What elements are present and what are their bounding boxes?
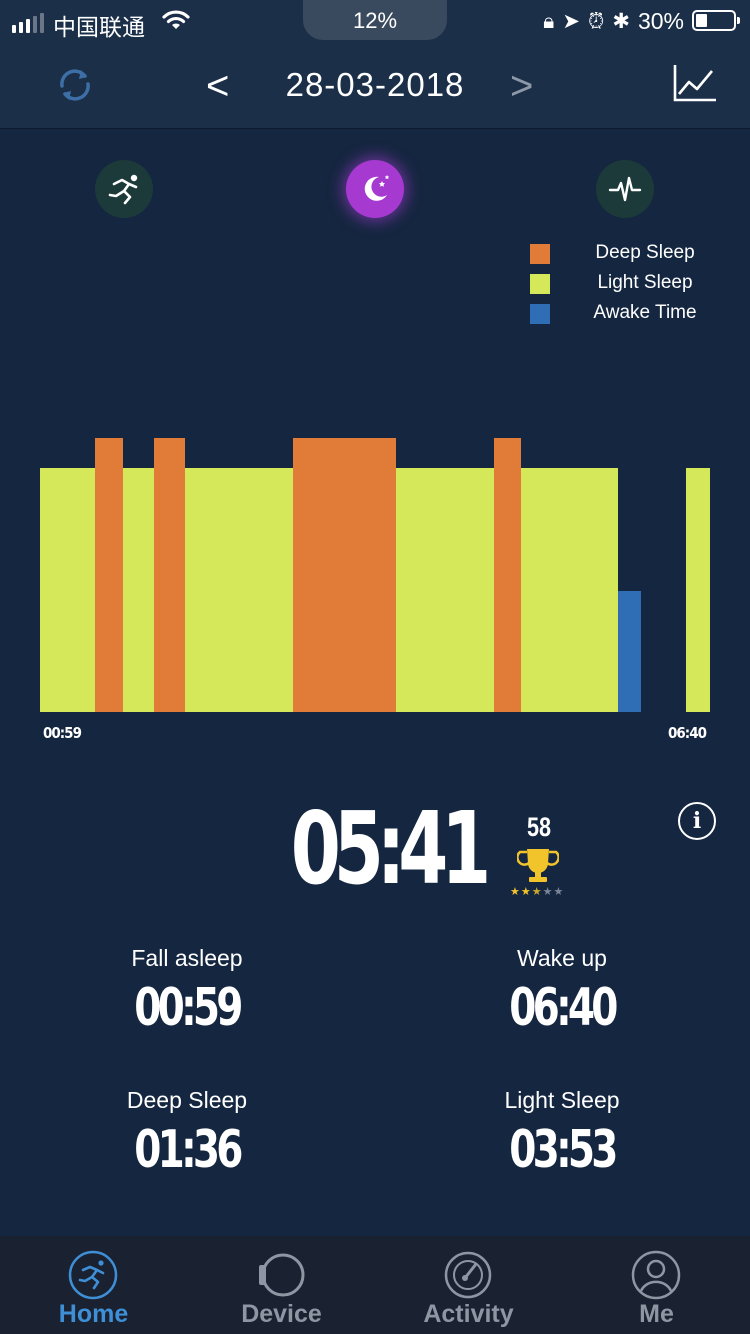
stat-value: 03:53	[509, 1120, 618, 1180]
bluetooth-icon: ✱	[612, 10, 630, 33]
stat-value: 06:40	[509, 978, 618, 1038]
sleep-segment-deep	[293, 438, 396, 712]
sleep-mode-button[interactable]	[346, 160, 404, 218]
star-icon: ★	[520, 886, 532, 898]
rotation-lock-icon: 🔒︎	[543, 9, 555, 33]
legend-label-deep: Deep Sleep	[595, 242, 695, 263]
total-sleep-duration: 05:41	[290, 790, 491, 907]
fall-asleep-stat: Fall asleep 00:59	[37, 945, 337, 1038]
tab-label: Device	[241, 1300, 322, 1328]
star-icon: ★	[510, 886, 521, 898]
stat-label: Fall asleep	[131, 945, 243, 971]
sleep-segment-awake	[618, 591, 641, 712]
x-tick-end: 06:40	[668, 724, 707, 742]
legend-label-light: Light Sleep	[597, 272, 693, 293]
legend-label-awake: Awake Time	[593, 302, 697, 323]
date-label: 28-03-2018	[285, 66, 465, 103]
previous-day-button[interactable]: <	[206, 64, 229, 109]
sleep-segment-light	[521, 468, 618, 712]
running-icon	[108, 174, 138, 205]
sleep-segment-light	[396, 468, 494, 712]
sleep-segment-deep	[154, 438, 185, 712]
tab-me[interactable]: Me	[563, 1236, 750, 1334]
gauge-icon	[443, 1250, 493, 1305]
tab-label: Activity	[423, 1300, 514, 1328]
next-day-button[interactable]: >	[510, 64, 533, 109]
tab-device[interactable]: Device	[188, 1236, 375, 1334]
sleep-segment-light	[123, 468, 154, 712]
star-rating: ★★★★★	[510, 885, 564, 898]
light-sleep-stat: Light Sleep 03:53	[412, 1087, 712, 1180]
status-bar: 中国联通 12% 🔒︎ ➤ ⏰︎ ✱ 30%	[0, 0, 750, 44]
moon-icon	[364, 175, 390, 201]
sleep-segment-light	[40, 468, 95, 712]
sleep-segment-deep	[494, 438, 521, 712]
watch-icon	[256, 1250, 306, 1305]
tab-label: Me	[639, 1300, 674, 1328]
tab-bar: Home Device Activity Me	[0, 1236, 750, 1334]
location-icon: ➤	[562, 10, 580, 33]
sync-icon[interactable]	[52, 62, 98, 113]
wifi-icon	[162, 9, 190, 36]
center-percent: 12%	[352, 8, 398, 33]
sleep-segment-light	[686, 468, 710, 712]
stat-value: 01:36	[134, 1120, 243, 1180]
stat-value: 00:59	[134, 978, 243, 1038]
carrier-name: 中国联通	[53, 14, 145, 40]
sleep-stage-chart	[40, 438, 710, 712]
tab-activity[interactable]: Activity	[375, 1236, 562, 1334]
battery-percent: 30%	[637, 8, 684, 34]
sleep-segment-light	[185, 468, 293, 712]
x-tick-start: 00:59	[43, 724, 82, 742]
signal-strength-icon	[12, 13, 44, 33]
stat-label: Wake up	[517, 945, 607, 971]
battery-icon	[692, 10, 740, 31]
stat-label: Light Sleep	[504, 1087, 620, 1113]
tab-home[interactable]: Home	[0, 1236, 187, 1334]
stat-label: Deep Sleep	[126, 1087, 248, 1113]
heart-rate-mode-button[interactable]	[596, 160, 654, 218]
sleep-score: 58	[526, 812, 552, 842]
header: < 28-03-2018 >	[0, 44, 750, 129]
sleep-segment-deep	[95, 438, 123, 712]
legend-swatch-light	[530, 274, 550, 294]
alarm-icon: ⏰︎	[587, 9, 605, 33]
legend-swatch-deep	[530, 244, 550, 264]
star-icon: ★	[553, 886, 565, 898]
tab-label: Home	[58, 1300, 129, 1328]
legend-swatch-awake	[530, 304, 550, 324]
runner-icon	[68, 1250, 118, 1305]
info-button[interactable]: i	[678, 802, 716, 840]
profile-icon	[631, 1250, 681, 1305]
trend-chart-icon[interactable]	[672, 62, 718, 109]
heartbeat-icon	[608, 176, 642, 202]
star-icon: ★	[531, 886, 543, 898]
activity-mode-button[interactable]	[95, 160, 153, 218]
deep-sleep-stat: Deep Sleep 01:36	[37, 1087, 337, 1180]
star-icon: ★	[542, 886, 554, 898]
wake-up-stat: Wake up 06:40	[412, 945, 712, 1038]
